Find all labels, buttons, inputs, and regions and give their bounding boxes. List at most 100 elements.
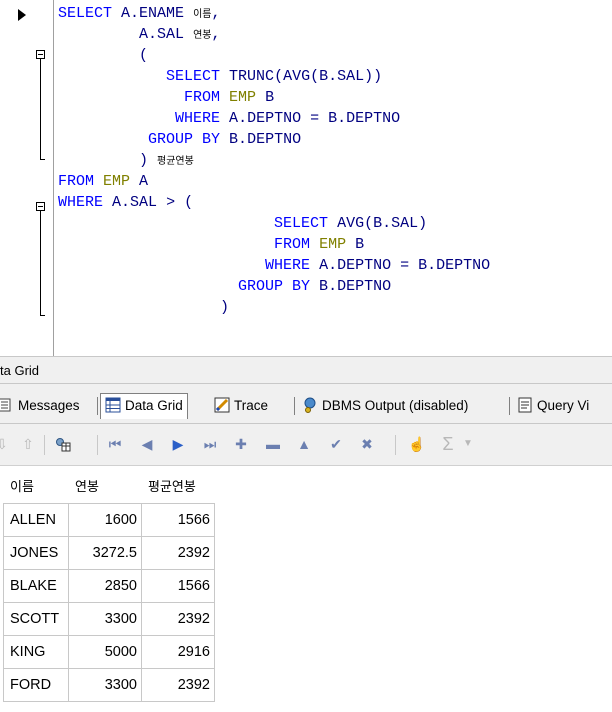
next-record-icon[interactable]: ▶ <box>170 436 186 452</box>
cancel-edit-icon[interactable]: ✖ <box>359 436 375 452</box>
tab-data-grid[interactable]: Data Grid <box>100 393 188 419</box>
grid-cell[interactable]: 5000 <box>69 636 142 669</box>
column-header[interactable]: 이름 <box>4 470 69 504</box>
code-line[interactable]: FROM EMP B <box>58 236 364 254</box>
grid-cell[interactable]: ALLEN <box>4 504 69 537</box>
code-line[interactable]: WHERE A.SAL > ( <box>58 194 193 212</box>
grid-cell[interactable]: KING <box>4 636 69 669</box>
sql-token: B <box>256 89 275 106</box>
sql-token: ( <box>274 68 284 85</box>
code-line[interactable]: WHERE A.DEPTNO = B.DEPTNO <box>58 257 490 275</box>
tab-separator <box>294 397 295 415</box>
code-line[interactable]: FROM EMP A <box>58 173 148 191</box>
sql-token: DEPTNO <box>247 131 302 148</box>
sum-icon[interactable]: Σ <box>440 435 456 453</box>
dbms-output-icon <box>302 397 318 413</box>
grid-cell[interactable]: 1600 <box>69 504 142 537</box>
sql-token: ( <box>139 47 149 64</box>
sql-token: ) <box>418 215 428 232</box>
grid-cell[interactable]: FORD <box>4 669 69 702</box>
sql-token: ( <box>310 68 320 85</box>
prev-record-icon[interactable]: ◀ <box>139 436 155 452</box>
sql-table-name: EMP <box>310 236 347 253</box>
first-record-icon[interactable]: ⏮ <box>107 436 123 452</box>
grid-cell[interactable]: JONES <box>4 537 69 570</box>
sql-token: A <box>310 257 329 274</box>
results-tab-bar: Messages Data Grid Trace DBMS Output (di… <box>0 384 612 424</box>
toolbar-separator <box>97 435 98 455</box>
grid-cell[interactable]: 2392 <box>142 669 215 702</box>
code-line[interactable]: ) <box>58 299 229 317</box>
sql-keyword: SELECT <box>58 5 113 22</box>
grid-cell[interactable]: BLAKE <box>4 570 69 603</box>
sql-token: . <box>337 110 347 127</box>
grid-options-icon[interactable] <box>55 436 71 452</box>
fold-guide <box>40 211 41 315</box>
sql-keyword: GROUP BY <box>148 131 221 148</box>
tab-query-viewer[interactable]: Query Vi <box>517 394 589 418</box>
insert-record-icon[interactable]: ✚ <box>233 436 249 452</box>
export-icon[interactable]: ⇩ <box>0 436 10 452</box>
grid-cell[interactable]: 1566 <box>142 570 215 603</box>
sql-token: B <box>409 257 428 274</box>
sql-alias: 연봉 <box>193 30 212 41</box>
grid-cell[interactable]: 1566 <box>142 504 215 537</box>
sql-editor[interactable]: SELECT A.ENAME 이름, A.SAL 연봉, ( SELECT TR… <box>0 0 612 356</box>
code-line[interactable]: SELECT AVG(B.SAL) <box>58 215 427 233</box>
code-line[interactable]: ) 평균연봉 <box>58 152 194 170</box>
code-line[interactable]: GROUP BY B.DEPTNO <box>58 131 301 149</box>
column-header[interactable]: 평균연봉 <box>142 470 215 504</box>
sql-token: B <box>310 278 329 295</box>
grid-cell[interactable]: SCOTT <box>4 603 69 636</box>
sql-token: DEPTNO <box>337 257 401 274</box>
dropdown-arrow-icon[interactable]: ▼ <box>460 436 476 452</box>
sql-token: DEPTNO <box>337 278 392 295</box>
sql-token: B <box>319 68 329 85</box>
tab-trace[interactable]: Trace <box>214 394 268 418</box>
code-line[interactable]: GROUP BY B.DEPTNO <box>58 278 391 296</box>
grid-toolbar: ⇩ ⇧ ⏮ ◀ ▶ ⏭ ✚ ▬ ▲ ✔ ✖ ☝ Σ ▼ <box>0 424 612 466</box>
code-line[interactable]: ( <box>58 47 148 65</box>
sql-token: . <box>130 5 140 22</box>
sql-token: DEPTNO <box>346 110 401 127</box>
grid-cell[interactable]: 2850 <box>69 570 142 603</box>
grid-cell[interactable]: 2916 <box>142 636 215 669</box>
sql-token: SAL <box>130 194 167 211</box>
grid-cell[interactable]: 2392 <box>142 603 215 636</box>
code-line[interactable]: A.SAL 연봉, <box>58 26 220 44</box>
fold-collapse-icon[interactable] <box>36 50 45 59</box>
hand-icon[interactable]: ☝ <box>408 436 425 452</box>
current-statement-arrow-icon <box>18 9 26 21</box>
upload-icon[interactable]: ⇧ <box>20 436 36 452</box>
fold-collapse-icon[interactable] <box>36 202 45 211</box>
sql-keyword: WHERE <box>175 110 221 127</box>
column-header[interactable]: 연봉 <box>69 470 142 504</box>
code-line[interactable]: WHERE A.DEPTNO = B.DEPTNO <box>58 110 400 128</box>
sql-token: SAL <box>337 68 365 85</box>
grid-cell[interactable]: 3300 <box>69 669 142 702</box>
post-edit-icon[interactable]: ✔ <box>328 436 344 452</box>
grid-cell[interactable]: 2392 <box>142 537 215 570</box>
sql-token: B <box>373 215 383 232</box>
sql-token: , <box>211 26 221 43</box>
sql-token: ) <box>220 299 230 316</box>
tab-dbms-output[interactable]: DBMS Output (disabled) <box>302 394 468 418</box>
sql-token: . <box>148 26 158 43</box>
code-line[interactable]: FROM EMP B <box>58 89 274 107</box>
trace-icon <box>214 397 230 413</box>
sql-keyword: GROUP BY <box>238 278 311 295</box>
delete-record-icon[interactable]: ▬ <box>265 436 281 452</box>
last-record-icon[interactable]: ⏭ <box>202 436 218 452</box>
sql-alias: 이름 <box>193 9 212 20</box>
grid-cell[interactable]: 3272.5 <box>69 537 142 570</box>
sql-token: B <box>319 110 338 127</box>
tab-messages[interactable]: Messages <box>0 394 80 418</box>
sql-token: , <box>211 5 221 22</box>
code-line[interactable]: SELECT TRUNC(AVG(B.SAL)) <box>58 68 382 86</box>
editor-gutter <box>0 0 54 356</box>
edit-record-icon[interactable]: ▲ <box>296 436 312 452</box>
grid-cell[interactable]: 3300 <box>69 603 142 636</box>
code-line[interactable]: SELECT A.ENAME 이름, <box>58 5 220 23</box>
